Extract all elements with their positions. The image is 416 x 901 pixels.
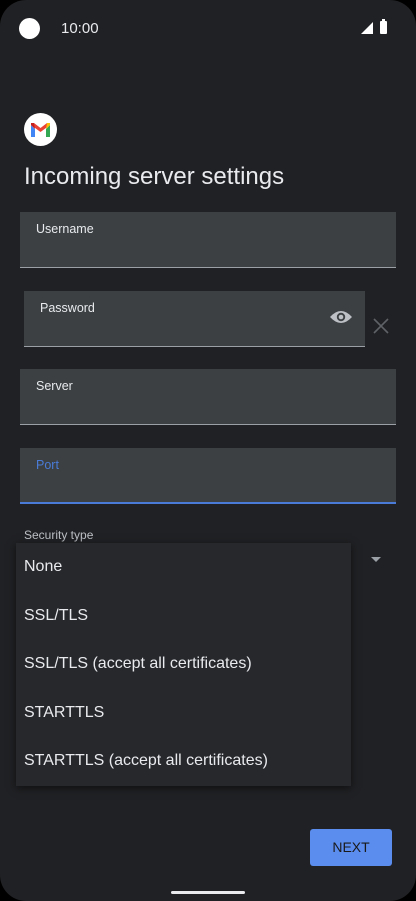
menu-item-starttls[interactable]: STARTTLS	[16, 689, 351, 737]
battery-icon	[380, 19, 387, 34]
password-label: Password	[40, 301, 95, 315]
dropdown-arrow-icon[interactable]	[371, 557, 381, 562]
server-label: Server	[36, 379, 73, 393]
port-label: Port	[36, 458, 59, 472]
menu-item-ssl-tls[interactable]: SSL/TLS	[16, 592, 351, 640]
status-time: 10:00	[61, 20, 99, 37]
password-field[interactable]: Password	[24, 291, 365, 347]
eye-icon[interactable]	[329, 309, 353, 330]
security-type-menu: None SSL/TLS SSL/TLS (accept all certifi…	[16, 543, 351, 786]
menu-item-starttls-all-certs[interactable]: STARTTLS (accept all certificates)	[16, 737, 351, 785]
server-field[interactable]: Server	[20, 369, 396, 425]
security-type-label: Security type	[24, 528, 94, 542]
username-label: Username	[36, 222, 94, 236]
navigation-handle[interactable]	[171, 891, 245, 894]
username-field[interactable]: Username	[20, 212, 396, 268]
next-button[interactable]: NEXT	[310, 829, 392, 866]
signal-icon	[361, 22, 373, 34]
page-title: Incoming server settings	[24, 163, 285, 190]
port-field[interactable]: Port	[20, 448, 396, 504]
menu-item-none[interactable]: None	[16, 543, 351, 591]
phone-screen: 10:00 Incoming server settings Username …	[0, 0, 416, 901]
status-bar: 10:00	[0, 0, 416, 58]
menu-item-ssl-tls-all-certs[interactable]: SSL/TLS (accept all certificates)	[16, 640, 351, 688]
close-icon[interactable]	[372, 317, 390, 340]
camera-cutout	[19, 18, 40, 39]
gmail-logo-icon	[24, 113, 57, 146]
